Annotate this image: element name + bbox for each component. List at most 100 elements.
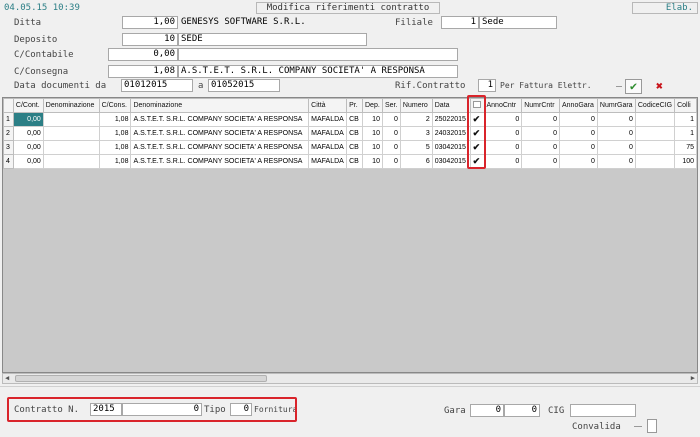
cancel-button[interactable]: ✖	[651, 79, 668, 94]
cell-colli[interactable]: 75	[674, 140, 697, 155]
cell-anno-gara[interactable]: 0	[559, 140, 598, 155]
cell-citta[interactable]: MAFALDA	[308, 112, 348, 127]
cell-ccont[interactable]: 0,00	[12, 112, 44, 127]
cell-anno-cntr[interactable]: 0	[483, 154, 523, 169]
cell-colli[interactable]: 1	[674, 112, 697, 127]
elab-button[interactable]: Elab.	[632, 2, 698, 14]
cell-codice-cig[interactable]	[634, 112, 676, 127]
table-row[interactable]: 3 0,00 1,08 A.S.T.E.T. S.R.L. COMPANY SO…	[3, 140, 697, 155]
cell-anno-gara[interactable]: 0	[559, 126, 598, 141]
col-numero[interactable]: Numero	[399, 98, 433, 113]
cell-citta[interactable]: MAFALDA	[308, 126, 348, 141]
cell-denominazione-1[interactable]	[42, 140, 100, 155]
cell-ccont[interactable]: 0,00	[12, 126, 44, 141]
cell-data[interactable]: 03042015	[431, 140, 471, 155]
cell-numero[interactable]: 5	[399, 140, 433, 155]
documents-grid[interactable]: C/Cont. Denominazione C/Cons. Denominazi…	[2, 97, 698, 373]
scroll-right-arrow-icon[interactable]: ▶	[691, 374, 695, 382]
cell-data[interactable]: 24032015	[431, 126, 471, 141]
cell-ser[interactable]: 0	[381, 126, 401, 141]
deposito-code-field[interactable]: 10	[122, 33, 178, 46]
cell-anno-cntr[interactable]: 0	[483, 140, 523, 155]
col-ccont[interactable]: C/Cont.	[12, 98, 44, 113]
cell-citta[interactable]: MAFALDA	[308, 140, 348, 155]
data-da-field[interactable]: 01012015	[121, 79, 193, 92]
table-row[interactable]: 4 0,00 1,08 A.S.T.E.T. S.R.L. COMPANY SO…	[3, 154, 697, 169]
col-citta[interactable]: Città	[308, 98, 348, 113]
cell-numr-cntr[interactable]: 0	[521, 154, 560, 169]
cell-colli[interactable]: 1	[674, 126, 697, 141]
cell-ser[interactable]: 0	[381, 140, 401, 155]
horizontal-scrollbar[interactable]: ◀ ▶	[2, 373, 698, 384]
cell-numr-cntr[interactable]: 0	[521, 126, 560, 141]
rif-contratto-field[interactable]: 1	[478, 79, 496, 92]
cell-numr-gara[interactable]: 0	[596, 140, 636, 155]
scroll-left-arrow-icon[interactable]: ◀	[5, 374, 9, 382]
cell-denominazione-2[interactable]: A.S.T.E.T. S.R.L. COMPANY SOCIETA' A RES…	[130, 126, 310, 141]
table-row[interactable]: 1 0,00 1,08 A.S.T.E.T. S.R.L. COMPANY SO…	[3, 112, 697, 127]
row-number[interactable]: 3	[3, 140, 14, 155]
cell-ccons[interactable]: 1,08	[98, 112, 132, 127]
data-a-field[interactable]: 01052015	[208, 79, 280, 92]
confirm-button[interactable]: ✔	[625, 79, 642, 94]
ccontabile-code-field[interactable]: 0,00	[108, 48, 178, 61]
cell-numero[interactable]: 6	[399, 154, 433, 169]
cell-dep[interactable]: 10	[362, 140, 383, 155]
cell-anno-gara[interactable]: 0	[559, 112, 598, 127]
ditta-code-field[interactable]: 1,00	[122, 16, 178, 29]
cell-colli[interactable]: 100	[674, 154, 697, 169]
cell-pr[interactable]: CB	[346, 154, 363, 169]
row-number[interactable]: 2	[3, 126, 14, 141]
col-numr-cntr[interactable]: NumrCntr	[521, 98, 560, 113]
col-denominazione-2[interactable]: Denominazione	[130, 98, 310, 113]
cell-codice-cig[interactable]	[634, 126, 676, 141]
cell-pr[interactable]: CB	[346, 140, 363, 155]
cell-dep[interactable]: 10	[362, 112, 383, 127]
cell-anno-cntr[interactable]: 0	[483, 126, 523, 141]
filiale-code-field[interactable]: 1	[441, 16, 479, 29]
col-colli[interactable]: Colli	[674, 98, 697, 113]
col-anno-cntr[interactable]: AnnoCntr	[483, 98, 523, 113]
col-numr-gara[interactable]: NumrGara	[596, 98, 636, 113]
cell-numr-gara[interactable]: 0	[596, 126, 636, 141]
cell-numero[interactable]: 3	[399, 126, 433, 141]
col-data[interactable]: Data	[431, 98, 471, 113]
cell-numr-gara[interactable]: 0	[596, 112, 636, 127]
col-ccons[interactable]: C/Cons.	[98, 98, 132, 113]
cell-denominazione-1[interactable]	[42, 112, 100, 127]
cell-ccons[interactable]: 1,08	[98, 126, 132, 141]
convalida-checkbox[interactable]	[647, 419, 657, 433]
cell-anno-cntr[interactable]: 0	[483, 112, 523, 127]
row-number[interactable]: 4	[3, 154, 14, 169]
col-denominazione-1[interactable]: Denominazione	[42, 98, 100, 113]
gara-num-field[interactable]: 0	[504, 404, 540, 417]
scrollbar-thumb[interactable]	[15, 375, 267, 382]
table-row[interactable]: 2 0,00 1,08 A.S.T.E.T. S.R.L. COMPANY SO…	[3, 126, 697, 141]
cell-ccont[interactable]: 0,00	[12, 140, 44, 155]
cell-ccons[interactable]: 1,08	[98, 140, 132, 155]
col-dep[interactable]: Dep.	[362, 98, 383, 113]
cell-data[interactable]: 03042015	[431, 154, 471, 169]
cell-denominazione-2[interactable]: A.S.T.E.T. S.R.L. COMPANY SOCIETA' A RES…	[130, 112, 310, 127]
cell-denominazione-1[interactable]	[42, 154, 100, 169]
cell-codice-cig[interactable]	[634, 154, 676, 169]
cell-numr-gara[interactable]: 0	[596, 154, 636, 169]
cell-pr[interactable]: CB	[346, 126, 363, 141]
cell-ser[interactable]: 0	[381, 154, 401, 169]
col-ser[interactable]: Ser.	[381, 98, 401, 113]
cell-denominazione-1[interactable]	[42, 126, 100, 141]
cell-ccons[interactable]: 1,08	[98, 154, 132, 169]
row-number[interactable]: 1	[3, 112, 14, 127]
cell-ccont[interactable]: 0,00	[12, 154, 44, 169]
gara-year-field[interactable]: 0	[470, 404, 504, 417]
cell-pr[interactable]: CB	[346, 112, 363, 127]
col-anno-gara[interactable]: AnnoGara	[559, 98, 598, 113]
cell-ser[interactable]: 0	[381, 112, 401, 127]
cell-codice-cig[interactable]	[634, 140, 676, 155]
cell-anno-gara[interactable]: 0	[559, 154, 598, 169]
cig-field[interactable]	[570, 404, 636, 417]
cell-numero[interactable]: 2	[399, 112, 433, 127]
cell-numr-cntr[interactable]: 0	[521, 140, 560, 155]
cconsegna-code-field[interactable]: 1,08	[108, 65, 178, 78]
col-codice-cig[interactable]: CodiceCIG	[634, 98, 676, 113]
